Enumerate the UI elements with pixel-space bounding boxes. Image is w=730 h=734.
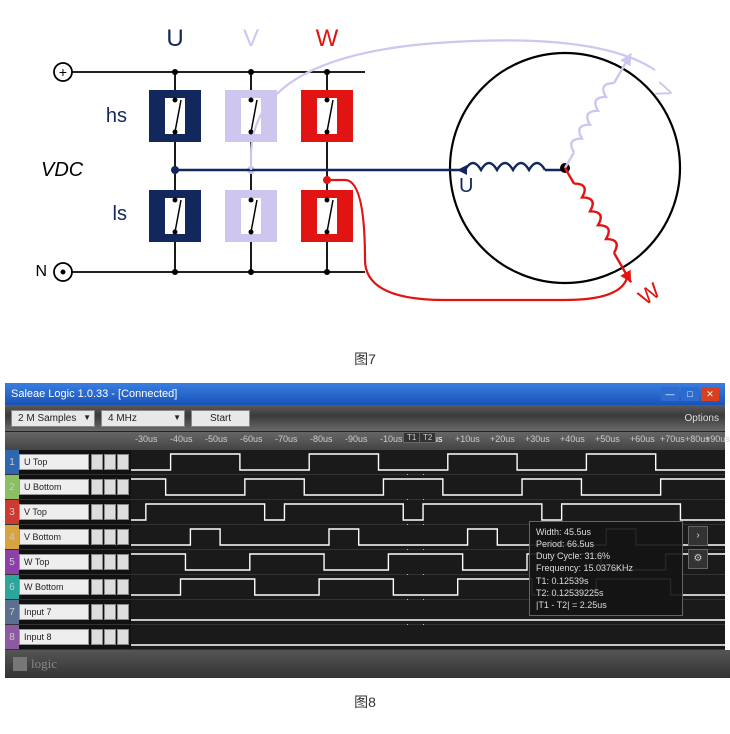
window-maximize-button[interactable]: □ bbox=[681, 387, 699, 401]
channel-index: 7 bbox=[5, 600, 19, 624]
channel-row: 2 U Bottom bbox=[5, 475, 725, 500]
measurement-panel[interactable]: Width: 45.5us Period: 66.5us Duty Cycle:… bbox=[529, 521, 683, 616]
waveform-u-bottom[interactable] bbox=[131, 475, 725, 499]
channel-row: 1 U Top bbox=[5, 450, 725, 475]
switch-u-ls bbox=[149, 190, 201, 242]
phase-v-label: V bbox=[243, 25, 259, 52]
channel-index: 8 bbox=[5, 625, 19, 649]
motor-u-label: U bbox=[459, 175, 473, 197]
ls-row-label: ls bbox=[113, 203, 127, 225]
hs-row-label: hs bbox=[106, 105, 127, 127]
watermark-icon: ✎ bbox=[605, 678, 629, 702]
time-tick: -30us bbox=[135, 434, 158, 444]
channel-trigger-buttons[interactable] bbox=[89, 479, 131, 495]
samples-dropdown[interactable]: 2 M Samples bbox=[11, 410, 95, 427]
watermark-brand: 电子发烧友 bbox=[633, 677, 716, 692]
channel-name-input[interactable]: W Top bbox=[19, 554, 89, 570]
panel-expand-button[interactable]: › bbox=[688, 526, 708, 546]
time-tick: +60us bbox=[630, 434, 655, 444]
footer-logo-text: logic bbox=[31, 656, 57, 672]
start-button[interactable]: Start bbox=[191, 410, 250, 427]
window-title: Saleae Logic 1.0.33 - [Connected] bbox=[11, 388, 661, 400]
channel-trigger-buttons[interactable] bbox=[89, 529, 131, 545]
panel-settings-button[interactable]: ⚙ bbox=[688, 549, 708, 569]
time-tick: +50us bbox=[595, 434, 620, 444]
waveform-u-top[interactable] bbox=[131, 450, 725, 474]
channel-index: 6 bbox=[5, 575, 19, 599]
time-tick: +30us bbox=[525, 434, 550, 444]
rate-dropdown[interactable]: 4 MHz bbox=[101, 410, 185, 427]
channel-trigger-buttons[interactable] bbox=[89, 504, 131, 520]
watermark-url: www.elecfans.com bbox=[633, 692, 716, 703]
figure7-caption: 图7 bbox=[0, 335, 730, 383]
motor-w-label: W bbox=[634, 278, 666, 311]
channel-index: 1 bbox=[5, 450, 19, 474]
channel-name-input[interactable]: V Top bbox=[19, 504, 89, 520]
time-tick: +40us bbox=[560, 434, 585, 444]
time-tick: -60us bbox=[240, 434, 263, 444]
channels-area: 1 U Top 2 U Bottom 3 V Top 4 V Bottom bbox=[5, 450, 725, 650]
time-tick: -80us bbox=[310, 434, 333, 444]
waveform-input8[interactable] bbox=[131, 625, 725, 649]
window-minimize-button[interactable]: — bbox=[661, 387, 679, 401]
channel-name-input[interactable]: W Bottom bbox=[19, 579, 89, 595]
meas-t1: T1: 0.12539s bbox=[536, 575, 676, 587]
watermark: ✎ 电子发烧友 www.elecfans.com bbox=[605, 654, 716, 726]
meas-period: Period: 66.5us bbox=[536, 538, 676, 550]
timeline-header[interactable]: -30us -40us -50us -60us -70us -80us -90u… bbox=[5, 432, 725, 450]
channel-name-input[interactable]: V Bottom bbox=[19, 529, 89, 545]
supply-neg-label: N bbox=[35, 263, 47, 280]
time-tick: -50us bbox=[205, 434, 228, 444]
logo-icon bbox=[13, 657, 27, 671]
time-tick: +70us bbox=[660, 434, 685, 444]
channel-name-input[interactable]: U Top bbox=[19, 454, 89, 470]
meas-delta: |T1 - T2| = 2.25us bbox=[536, 599, 676, 611]
time-tick: +20us bbox=[490, 434, 515, 444]
meas-freq: Frequency: 15.0376KHz bbox=[536, 562, 676, 574]
channel-index: 3 bbox=[5, 500, 19, 524]
channel-row: 8 Input 8 bbox=[5, 625, 725, 650]
time-tick: -10us bbox=[380, 434, 403, 444]
channel-index: 2 bbox=[5, 475, 19, 499]
three-phase-inverter-diagram: + N VDC U V W hs ls bbox=[0, 0, 730, 335]
switch-v-hs bbox=[225, 90, 277, 142]
channel-trigger-buttons[interactable] bbox=[89, 629, 131, 645]
channel-index: 5 bbox=[5, 550, 19, 574]
options-link[interactable]: Options bbox=[685, 413, 719, 424]
switch-w-hs bbox=[301, 90, 353, 142]
switch-u-hs bbox=[149, 90, 201, 142]
phase-u-label: U bbox=[166, 25, 183, 52]
time-tick: -90us bbox=[345, 434, 368, 444]
toolbar: 2 M Samples 4 MHz Start Options bbox=[5, 405, 725, 432]
channel-trigger-buttons[interactable] bbox=[89, 579, 131, 595]
meas-width: Width: 45.5us bbox=[536, 526, 676, 538]
channel-trigger-buttons[interactable] bbox=[89, 604, 131, 620]
switch-w-ls bbox=[301, 190, 353, 242]
time-tick: +10us bbox=[455, 434, 480, 444]
window-titlebar[interactable]: Saleae Logic 1.0.33 - [Connected] — □ ✕ bbox=[5, 383, 725, 405]
phase-w-label: W bbox=[316, 25, 339, 52]
meas-duty: Duty Cycle: 31.6% bbox=[536, 550, 676, 562]
time-tick: -70us bbox=[275, 434, 298, 444]
meas-t2: T2: 0.12539225s bbox=[536, 587, 676, 599]
motor-v-label: V bbox=[650, 79, 679, 102]
t1-marker[interactable]: T1 bbox=[403, 432, 420, 443]
channel-trigger-buttons[interactable] bbox=[89, 454, 131, 470]
window-close-button[interactable]: ✕ bbox=[701, 387, 719, 401]
channel-name-input[interactable]: Input 7 bbox=[19, 604, 89, 620]
channel-name-input[interactable]: Input 8 bbox=[19, 629, 89, 645]
switch-v-ls bbox=[225, 190, 277, 242]
logic-analyzer-window: Saleae Logic 1.0.33 - [Connected] — □ ✕ … bbox=[5, 383, 725, 678]
channel-name-input[interactable]: U Bottom bbox=[19, 479, 89, 495]
channel-index: 4 bbox=[5, 525, 19, 549]
t2-marker[interactable]: T2 bbox=[419, 432, 436, 443]
supply-pos-label: + bbox=[59, 64, 67, 80]
vdc-label: VDC bbox=[41, 159, 84, 181]
channel-trigger-buttons[interactable] bbox=[89, 554, 131, 570]
time-tick: +90us bbox=[705, 434, 730, 444]
time-tick: -40us bbox=[170, 434, 193, 444]
